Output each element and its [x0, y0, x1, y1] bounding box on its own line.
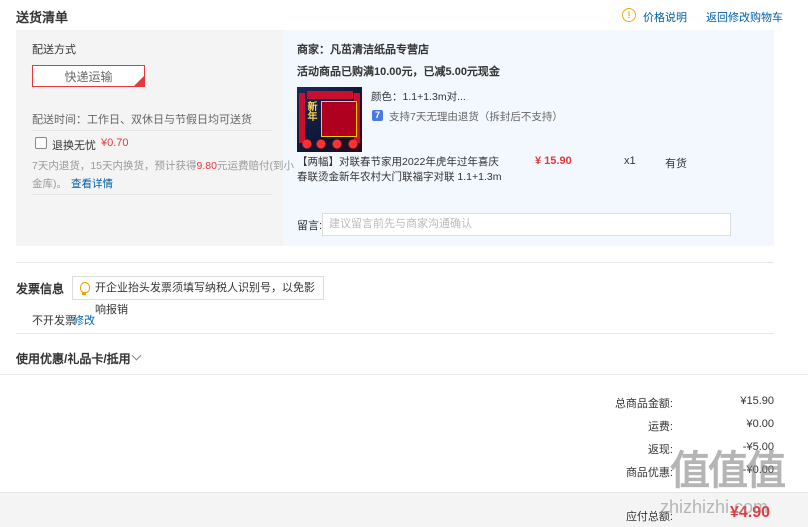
watermark-logo: 值值值	[670, 449, 786, 493]
cashback-label: 返现:	[647, 444, 673, 456]
shipping-method-label: 快递运输	[64, 70, 113, 84]
invoice-tip-text: 开企业抬头发票须填写纳税人识别号，以免影响报销	[95, 282, 315, 316]
total-goods-value: ¥15.90	[740, 395, 774, 407]
freight-label: 运费:	[647, 421, 673, 433]
view-details-link[interactable]: 查看详情	[71, 176, 113, 191]
return-support-icon: 7	[372, 110, 383, 121]
freight-value: ¥0.00	[746, 418, 774, 430]
chevron-down-icon[interactable]	[131, 350, 142, 361]
product-stock: 有货	[665, 158, 687, 170]
delivery-list-title: 送货清单	[16, 10, 69, 25]
back-to-cart-link[interactable]: 返回修改购物车	[706, 9, 783, 25]
delivery-time: 配送时间：工作日、双休日与节假日均可送货	[32, 114, 252, 126]
return-desc-text-2: 元运费赔付(到小	[216, 160, 294, 172]
product-title-line2[interactable]: 春联烫金新年农村大门联福字对联 1.1+1.3m	[297, 169, 502, 184]
total-goods-label: 总商品金额:	[614, 398, 673, 410]
invoice-status: 不开发票	[32, 315, 76, 327]
product-image[interactable]: 新年	[297, 87, 362, 152]
image-text: 新年	[305, 101, 316, 121]
return-worry-free-label: 退换无忧	[52, 140, 96, 152]
memo-label: 留言:	[297, 220, 323, 232]
payable-label: 应付总额:	[625, 511, 673, 523]
express-shipping-button[interactable]: 快递运输	[32, 65, 145, 87]
return-support-text: 支持7天无理由退货（拆封后不支持）	[389, 111, 563, 123]
product-price: ¥ 15.90	[535, 155, 572, 167]
return-desc-line2: 金库)。	[32, 178, 67, 190]
info-icon: !	[622, 8, 636, 22]
invoice-tip: 开企业抬头发票须填写纳税人识别号，以免影响报销	[72, 276, 324, 316]
promo-text: 活动商品已购满10.00元，已减5.00元现金	[297, 66, 500, 78]
shipping-section-label: 配送方式	[32, 44, 76, 56]
shop-name: 商家：凡茁清洁纸品专营店	[297, 44, 429, 56]
return-desc-amount: 9.80	[196, 160, 217, 172]
coupons-toggle[interactable]: 使用优惠/礼品卡/抵用	[16, 350, 131, 367]
price-info-link[interactable]: 价格说明	[643, 9, 687, 25]
return-worry-free-checkbox[interactable]	[35, 137, 47, 149]
invoice-edit-link[interactable]: 修改	[73, 312, 95, 328]
product-title-line1[interactable]: 【两幅】对联春节家用2022年虎年过年喜庆	[297, 154, 499, 169]
image-banner	[307, 91, 353, 99]
discount-label: 商品优惠:	[625, 467, 673, 479]
product-quantity: x1	[624, 155, 636, 167]
image-lanterns	[301, 139, 359, 149]
watermark-url: zhizhizhi.com	[660, 497, 769, 517]
memo-input[interactable]: 建议留言前先与商家沟通确认	[322, 213, 731, 236]
return-desc-line1: 7天内退货，15天内换货，预计获得9.80元运费赔付(到小	[32, 158, 294, 173]
lightbulb-icon	[80, 282, 90, 295]
return-desc-text: 7天内退货，15天内换货，预计获得	[32, 160, 197, 172]
return-worry-free-price: ¥0.70	[101, 137, 129, 149]
invoice-title: 发票信息	[16, 282, 65, 296]
product-color: 颜色：1.1+1.3m对...	[371, 91, 466, 103]
image-fu-block	[321, 101, 357, 137]
selected-corner-icon	[134, 76, 144, 86]
